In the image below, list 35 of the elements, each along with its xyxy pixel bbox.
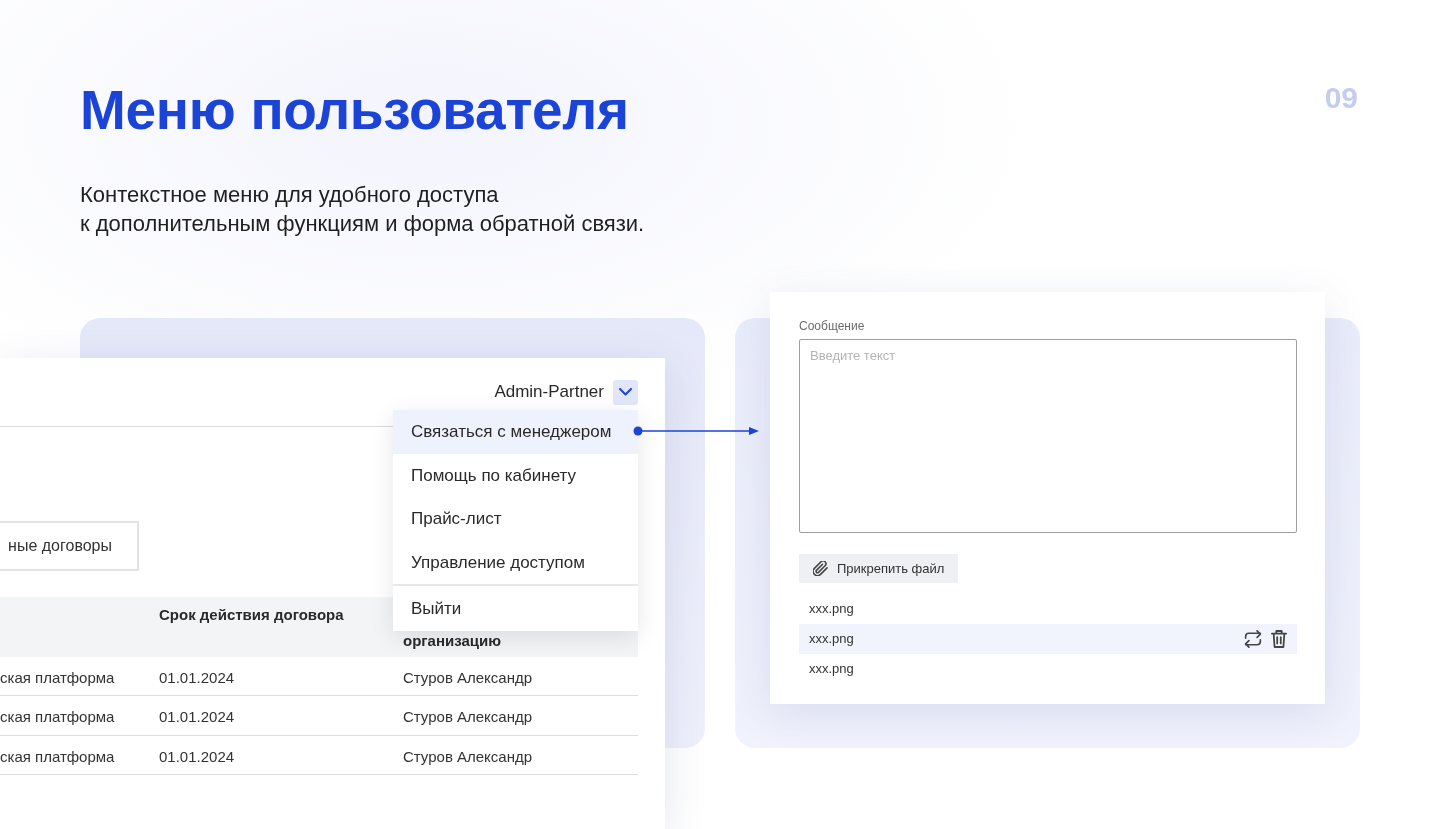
menu-item[interactable]: Помощь по кабинету bbox=[393, 453, 638, 497]
table-cell: 01.01.2024 bbox=[159, 747, 235, 765]
menu-item[interactable]: Связаться с менеджером bbox=[393, 410, 638, 454]
page-number: 09 bbox=[1324, 81, 1358, 115]
subtitle-text: Контекстное меню для удобного доступа к дополнительным функциям и форма обратной связи. bbox=[80, 181, 645, 238]
menu-item[interactable]: Выйти bbox=[393, 587, 638, 631]
column-header: организацию bbox=[403, 632, 502, 649]
table-cell: Стуров Александр bbox=[403, 708, 533, 726]
message-field[interactable]: Введите текст bbox=[799, 339, 1297, 533]
file-name: xxx.png bbox=[809, 630, 854, 649]
trash-icon[interactable] bbox=[1271, 630, 1287, 648]
table-cell: 01.01.2024 bbox=[159, 669, 235, 687]
column-header: Срок действия договора bbox=[159, 606, 344, 623]
page-title: Меню пользователя bbox=[80, 78, 629, 142]
dropdown-button[interactable] bbox=[613, 379, 638, 405]
table-cell: ская платформа bbox=[0, 669, 115, 687]
attach-file-button[interactable]: Прикрепить файл bbox=[799, 554, 959, 583]
field-label: Сообщение bbox=[799, 319, 865, 333]
contracts-tab[interactable]: ные договоры bbox=[0, 521, 139, 571]
swap-arrows-icon[interactable] bbox=[1244, 630, 1262, 648]
table-cell: Стуров Александр bbox=[403, 669, 533, 687]
file-row[interactable]: xxx.png bbox=[799, 624, 1297, 654]
table-cell: 01.01.2024 bbox=[159, 708, 235, 726]
file-name: xxx.png bbox=[809, 600, 854, 619]
paperclip-icon bbox=[813, 561, 828, 576]
user-name: Admin-Partner bbox=[494, 381, 604, 404]
menu-item[interactable]: Управление доступом bbox=[393, 540, 638, 584]
file-row[interactable]: xxx.png bbox=[799, 594, 1297, 624]
table-cell: ская платформа bbox=[0, 708, 115, 726]
table-cell: Стуров Александр bbox=[403, 747, 533, 765]
chevron-down-icon bbox=[619, 388, 632, 396]
table-cell: ская платформа bbox=[0, 747, 115, 765]
file-name: xxx.png bbox=[809, 660, 854, 679]
file-row[interactable]: xxx.png bbox=[799, 654, 1297, 684]
menu-item[interactable]: Прайс-лист bbox=[393, 497, 638, 541]
